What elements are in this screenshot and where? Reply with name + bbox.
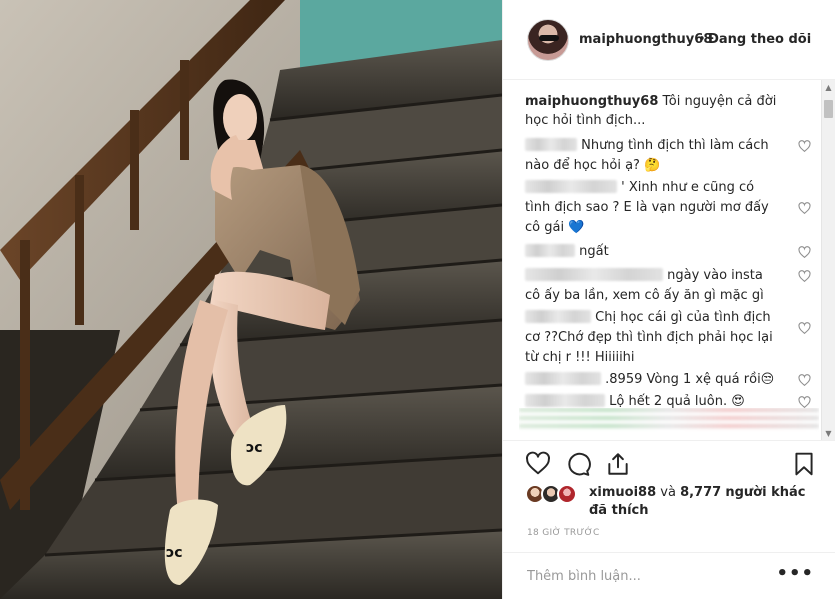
comment-item: Nhưng tình địch thì làm cách nào để học … bbox=[525, 136, 811, 176]
blurred-username bbox=[525, 138, 577, 151]
comment-text: Lộ hết 2 quả luôn. 😍 bbox=[609, 394, 745, 409]
svg-text:ↄc: ↄc bbox=[166, 545, 183, 561]
comment-item: ngày vào insta cô ấy ba lần, xem cô ấy ă… bbox=[525, 266, 811, 306]
likes-others-label[interactable]: người khác bbox=[725, 485, 805, 500]
comment-item: ' Xinh như e cũng có tình địch sao ? E l… bbox=[525, 178, 811, 238]
avatar[interactable] bbox=[527, 19, 569, 61]
likes-count[interactable]: 8,777 bbox=[680, 485, 721, 500]
blurred-username bbox=[525, 394, 605, 407]
comment-heart-icon[interactable] bbox=[798, 270, 811, 283]
blurred-username bbox=[525, 180, 617, 193]
scroll-down-icon[interactable]: ▼ bbox=[822, 426, 835, 440]
liker-avatars[interactable] bbox=[525, 484, 581, 504]
comment-text: .8959 Vòng 1 xệ quá rồi😒 bbox=[605, 372, 775, 387]
liker-username[interactable]: ximuoi88 bbox=[589, 485, 656, 500]
comment-input[interactable] bbox=[527, 567, 777, 585]
heart-icon[interactable] bbox=[525, 451, 551, 477]
caption-username[interactable]: maiphuongthuy68 bbox=[525, 94, 658, 109]
comments-list[interactable]: maiphuongthuy68 Tôi nguyện cả đời học hỏ… bbox=[503, 80, 835, 440]
header-username[interactable]: maiphuongthuy68 bbox=[579, 32, 712, 47]
staircase-photo: ↄc ↄc bbox=[0, 0, 502, 599]
blurred-username bbox=[525, 310, 591, 323]
post-sidebar: maiphuongthuy68 • Đang theo dõi maiphuon… bbox=[502, 0, 835, 599]
post-photo[interactable]: ↄc ↄc bbox=[0, 0, 502, 599]
likes-summary: ximuoi88 và 8,777 người khác đã thích bbox=[525, 484, 825, 524]
comment-item: ngất bbox=[525, 242, 811, 262]
more-options-icon[interactable]: ••• bbox=[776, 565, 814, 583]
comment-heart-icon[interactable] bbox=[798, 140, 811, 153]
comment-heart-icon[interactable] bbox=[798, 322, 811, 335]
post-actions bbox=[503, 440, 835, 484]
comment-text: ngất bbox=[579, 244, 609, 259]
likes-line2: đã thích bbox=[589, 503, 649, 518]
svg-text:ↄc: ↄc bbox=[246, 440, 263, 456]
comment-heart-icon[interactable] bbox=[798, 202, 811, 215]
scroll-thumb[interactable] bbox=[824, 100, 833, 118]
comment-heart-icon[interactable] bbox=[798, 374, 811, 387]
comments-scrollbar[interactable]: ▲ ▼ bbox=[821, 80, 835, 440]
blurred-username bbox=[525, 372, 601, 385]
share-icon[interactable] bbox=[605, 451, 631, 477]
comment-icon[interactable] bbox=[565, 451, 591, 477]
scroll-up-icon[interactable]: ▲ bbox=[822, 80, 835, 94]
likes-text: ximuoi88 và 8,777 người khác bbox=[589, 484, 805, 502]
post-caption: maiphuongthuy68 Tôi nguyện cả đời học hỏ… bbox=[525, 92, 797, 130]
bookmark-icon[interactable] bbox=[791, 451, 817, 477]
blurred-username bbox=[525, 268, 663, 281]
likes-connector: và bbox=[660, 485, 676, 500]
comment-heart-icon[interactable] bbox=[798, 246, 811, 259]
post-header: maiphuongthuy68 • Đang theo dõi bbox=[503, 0, 835, 80]
blurred-username bbox=[525, 244, 575, 257]
partially-hidden-comment bbox=[519, 408, 819, 438]
following-button[interactable]: Đang theo dõi bbox=[708, 32, 811, 47]
avatar[interactable] bbox=[557, 484, 577, 504]
header-separator: • bbox=[698, 32, 706, 47]
comment-item: .8959 Vòng 1 xệ quá rồi😒 bbox=[525, 370, 811, 390]
comment-item: Chị học cái gì của tình địch cơ ??Chớ đẹ… bbox=[525, 308, 811, 368]
add-comment-bar: ••• bbox=[503, 552, 835, 599]
post-timestamp[interactable]: 18 GIỜ TRƯỚC bbox=[527, 528, 600, 538]
